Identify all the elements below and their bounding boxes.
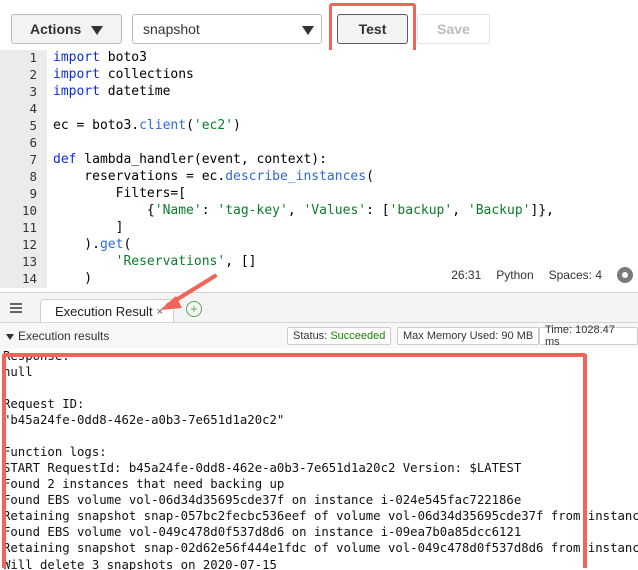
annotation-arrow-icon [160, 274, 217, 310]
